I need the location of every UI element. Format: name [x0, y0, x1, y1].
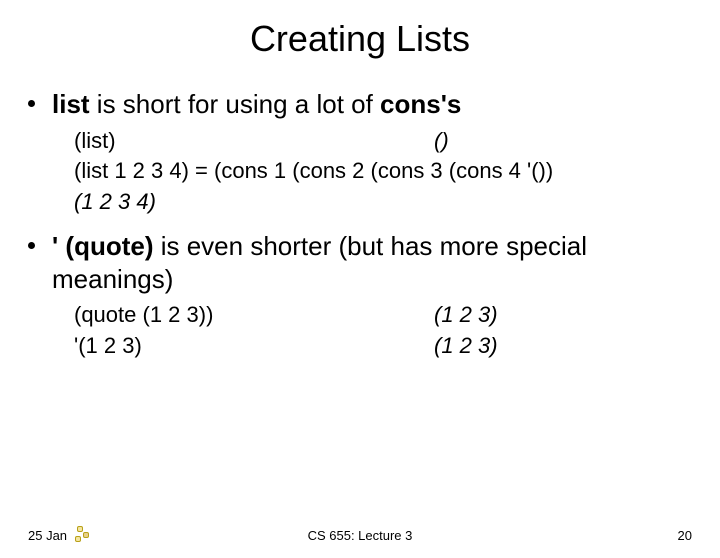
- bullet1-keyword-list: list: [52, 89, 90, 119]
- slide-title: Creating Lists: [0, 18, 720, 60]
- example-input: '(1 2 3): [74, 332, 434, 361]
- example-input: (list): [74, 127, 434, 156]
- example-list-expansion: (list 1 2 3 4) = (cons 1 (cons 2 (cons 3…: [28, 157, 692, 186]
- example-quote-short: '(1 2 3) (1 2 3): [28, 332, 692, 361]
- footer-course: CS 655: Lecture 3: [0, 528, 720, 543]
- example-output: (1 2 3): [434, 332, 692, 361]
- decoration-icon: [73, 524, 93, 546]
- example-input: (quote (1 2 3)): [74, 301, 434, 330]
- bullet-quote: ' (quote) is even shorter (but has more …: [28, 230, 692, 295]
- slide-content: list is short for using a lot of cons's …: [0, 88, 720, 360]
- bullet2-keyword-quote: ' (quote): [52, 231, 154, 261]
- slide-footer: CS 655: Lecture 3 25 Jan 20: [0, 524, 720, 546]
- example-output: (): [434, 127, 692, 156]
- bullet-dot-icon: [28, 242, 35, 249]
- bullet1-mid: is short for using a lot of: [90, 89, 380, 119]
- example-list-empty: (list) (): [28, 127, 692, 156]
- bullet-dot-icon: [28, 100, 35, 107]
- bullet1-keyword-cons: cons's: [380, 89, 461, 119]
- bullet-list-cons: list is short for using a lot of cons's: [28, 88, 692, 121]
- example-quote-full: (quote (1 2 3)) (1 2 3): [28, 301, 692, 330]
- example-output: (1 2 3): [434, 301, 692, 330]
- example-list-result: (1 2 3 4): [28, 188, 692, 217]
